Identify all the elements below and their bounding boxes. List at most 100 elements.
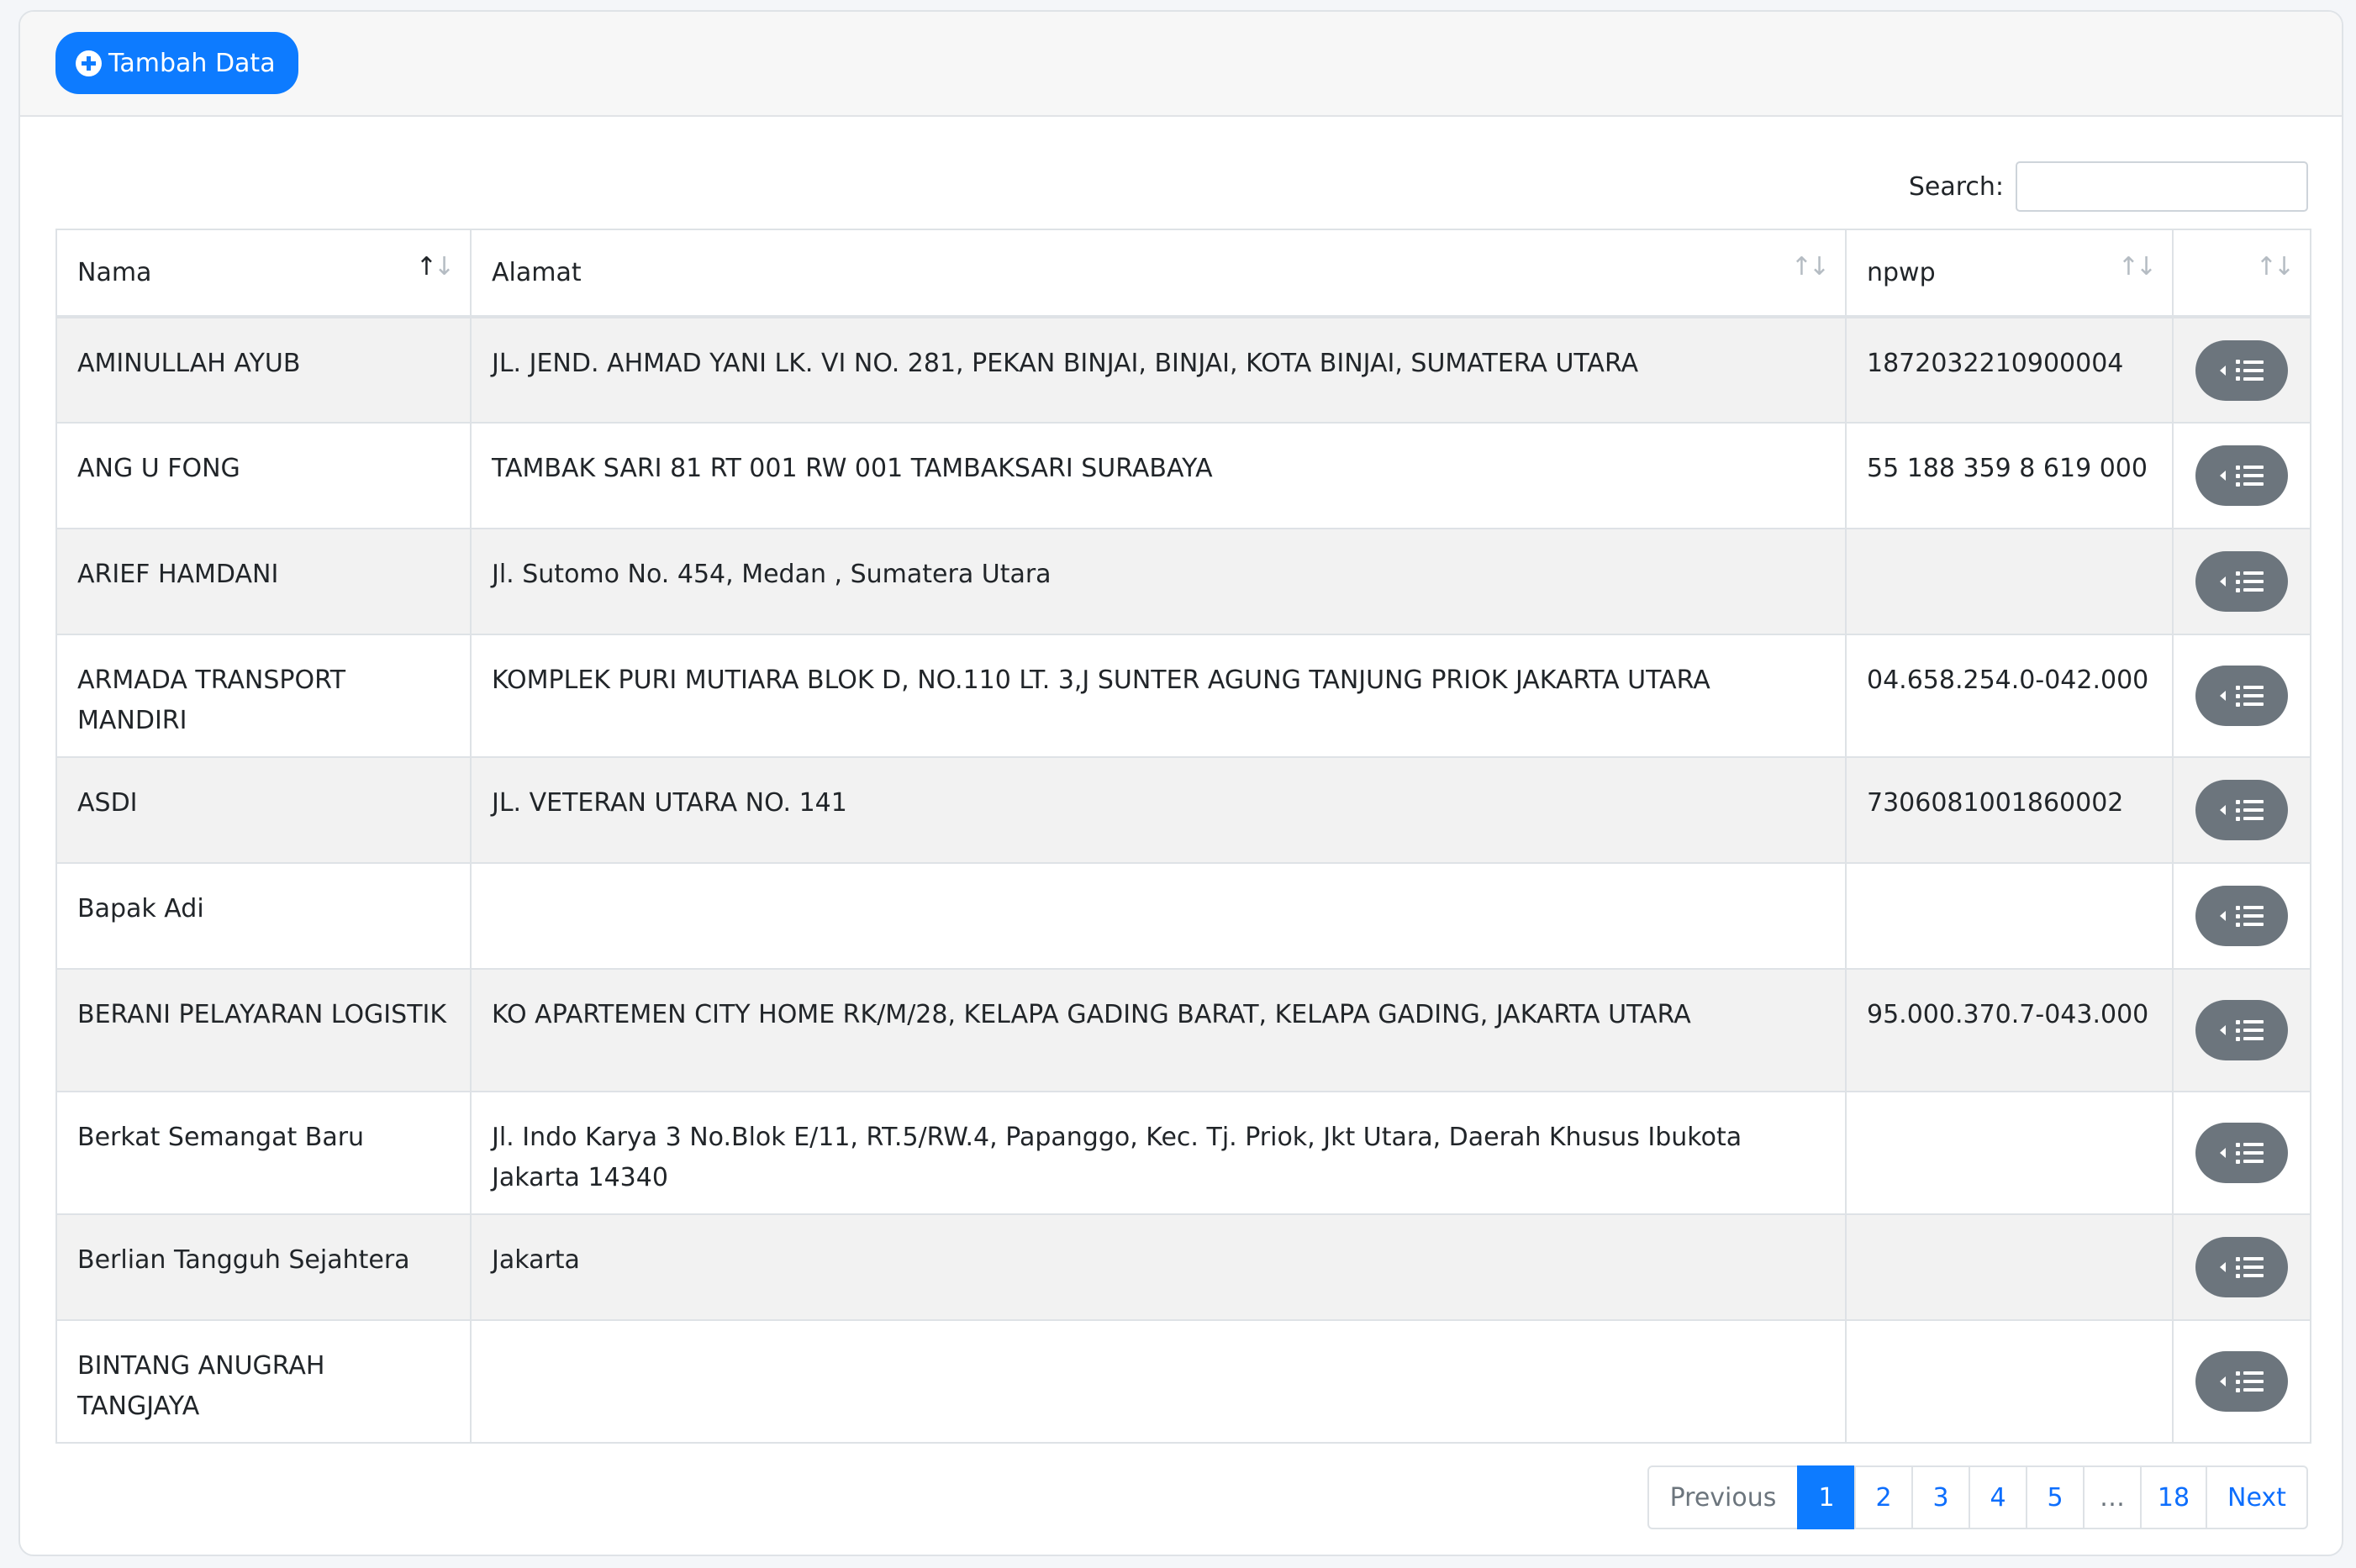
cell-action (2172, 316, 2311, 424)
cell-nama: AMINULLAH AYUB (55, 316, 472, 424)
list-icon (2236, 1256, 2264, 1278)
cell-alamat: Jakarta (470, 1213, 1847, 1321)
list-icon (2236, 1019, 2264, 1041)
table-row: BINTANG ANUGRAH TANGJAYA (55, 1319, 2311, 1444)
caret-left-icon (2220, 1025, 2226, 1035)
row-action-dropdown-button[interactable] (2195, 780, 2288, 840)
table-header-row: Nama ↑↓ Alamat ↑↓ npwp ↑↓ ↑↓ (55, 229, 2311, 318)
search-bar: Search: (1909, 161, 2308, 212)
cell-action (2172, 862, 2311, 970)
column-header-label: Alamat (492, 258, 582, 287)
pagination-page-3[interactable]: 3 (1911, 1465, 1970, 1529)
column-header-action[interactable]: ↑↓ (2172, 229, 2311, 318)
sort-icon: ↑↓ (2117, 252, 2157, 282)
pagination-ellipsis: … (2083, 1465, 2142, 1529)
pagination-page-5[interactable]: 5 (2026, 1465, 2085, 1529)
cell-nama: ARMADA TRANSPORT MANDIRI (55, 634, 472, 758)
caret-left-icon (2220, 1376, 2226, 1386)
cell-nama: BINTANG ANUGRAH TANGJAYA (55, 1319, 472, 1444)
cell-nama: Berlian Tangguh Sejahtera (55, 1213, 472, 1321)
table-row: ARMADA TRANSPORT MANDIRI KOMPLEK PURI MUT… (55, 634, 2311, 758)
list-icon (2236, 1371, 2264, 1392)
column-header-alamat[interactable]: Alamat ↑↓ (470, 229, 1847, 318)
row-action-dropdown-button[interactable] (2195, 666, 2288, 726)
row-action-dropdown-button[interactable] (2195, 1351, 2288, 1412)
plus-circle-icon (76, 50, 102, 76)
pagination-previous[interactable]: Previous (1647, 1465, 1799, 1529)
cell-action (2172, 1213, 2311, 1321)
caret-left-icon (2220, 1148, 2226, 1158)
cell-action (2172, 1319, 2311, 1444)
card-header: Tambah Data (20, 12, 2342, 117)
cell-action (2172, 1091, 2311, 1215)
table-row: ANG U FONG TAMBAK SARI 81 RT 001 RW 001 T… (55, 422, 2311, 529)
row-action-dropdown-button[interactable] (2195, 551, 2288, 612)
cell-nama: Bapak Adi (55, 862, 472, 970)
add-data-label: Tambah Data (108, 48, 276, 78)
cell-action (2172, 756, 2311, 864)
cell-npwp: 55 188 359 8 619 000 (1845, 422, 2174, 529)
pagination-page-2[interactable]: 2 (1854, 1465, 1913, 1529)
column-header-label: npwp (1867, 258, 1936, 287)
cell-action (2172, 422, 2311, 529)
table-row: BERANI PELAYARAN LOGISTIK KO APARTEMEN CI… (55, 968, 2311, 1092)
pagination-page-4[interactable]: 4 (1969, 1465, 2027, 1529)
caret-left-icon (2220, 691, 2226, 701)
pagination-page-18[interactable]: 18 (2140, 1465, 2207, 1529)
cell-npwp: 1872032210900004 (1845, 316, 2174, 424)
cell-alamat: Jl. Sutomo No. 454, Medan , Sumatera Uta… (470, 528, 1847, 635)
pagination-next[interactable]: Next (2206, 1465, 2308, 1529)
caret-left-icon (2220, 576, 2226, 587)
cell-npwp (1845, 862, 2174, 970)
pagination-page-1[interactable]: 1 (1797, 1465, 1856, 1529)
cell-alamat: KO APARTEMEN CITY HOME RK/M/28, KELAPA G… (470, 968, 1847, 1092)
cell-alamat: KOMPLEK PURI MUTIARA BLOK D, NO.110 LT. … (470, 634, 1847, 758)
row-action-dropdown-button[interactable] (2195, 445, 2288, 506)
table-row: ASDI JL. VETERAN UTARA NO. 141 73060810018… (55, 756, 2311, 864)
cell-action (2172, 968, 2311, 1092)
cell-nama: Berkat Semangat Baru (55, 1091, 472, 1215)
main-card: Tambah Data Search: Nama ↑↓ Alamat ↑↓ np… (18, 10, 2343, 1556)
table-row: Berlian Tangguh Sejahtera Jakarta (55, 1213, 2311, 1321)
cell-alamat: JL. JEND. AHMAD YANI LK. VI NO. 281, PEK… (470, 316, 1847, 424)
column-header-label: Nama (77, 258, 152, 287)
list-icon (2236, 1142, 2264, 1164)
cell-npwp: 7306081001860002 (1845, 756, 2174, 864)
row-action-dropdown-button[interactable] (2195, 339, 2288, 401)
sort-icon: ↑↓ (1790, 252, 1830, 282)
search-label: Search: (1908, 171, 2004, 202)
cell-npwp: 95.000.370.7-043.000 (1845, 968, 2174, 1092)
cell-nama: ASDI (55, 756, 472, 864)
table-row: Bapak Adi (55, 862, 2311, 970)
cell-alamat: JL. VETERAN UTARA NO. 141 (470, 756, 1847, 864)
row-action-dropdown-button[interactable] (2195, 886, 2288, 946)
list-icon (2236, 571, 2264, 592)
caret-left-icon (2220, 805, 2226, 815)
cell-alamat: TAMBAK SARI 81 RT 001 RW 001 TAMBAKSARI … (470, 422, 1847, 529)
cell-action (2172, 634, 2311, 758)
row-action-dropdown-button[interactable] (2195, 1000, 2288, 1060)
caret-left-icon (2220, 365, 2226, 376)
row-action-dropdown-button[interactable] (2195, 1237, 2288, 1297)
add-data-button[interactable]: Tambah Data (55, 32, 298, 94)
list-icon (2236, 465, 2264, 487)
cell-npwp (1845, 528, 2174, 635)
search-input[interactable] (2016, 161, 2308, 212)
column-header-nama[interactable]: Nama ↑↓ (55, 229, 472, 318)
cell-npwp (1845, 1213, 2174, 1321)
table-row: ARIEF HAMDANI Jl. Sutomo No. 454, Medan ,… (55, 528, 2311, 635)
column-header-npwp[interactable]: npwp ↑↓ (1845, 229, 2174, 318)
cell-nama: ARIEF HAMDANI (55, 528, 472, 635)
data-table: Nama ↑↓ Alamat ↑↓ npwp ↑↓ ↑↓ AMINULLAH A… (55, 229, 2311, 1444)
pagination: Previous 1 2 3 4 5 … 18 Next (1647, 1465, 2308, 1529)
cell-nama: BERANI PELAYARAN LOGISTIK (55, 968, 472, 1092)
list-icon (2236, 685, 2264, 707)
sort-icon: ↑↓ (2255, 252, 2295, 282)
list-icon (2236, 799, 2264, 821)
cell-npwp (1845, 1091, 2174, 1215)
table-row: Berkat Semangat Baru Jl. Indo Karya 3 No.… (55, 1091, 2311, 1215)
caret-left-icon (2220, 471, 2226, 481)
caret-left-icon (2220, 911, 2226, 921)
row-action-dropdown-button[interactable] (2195, 1123, 2288, 1183)
list-icon (2236, 360, 2264, 381)
